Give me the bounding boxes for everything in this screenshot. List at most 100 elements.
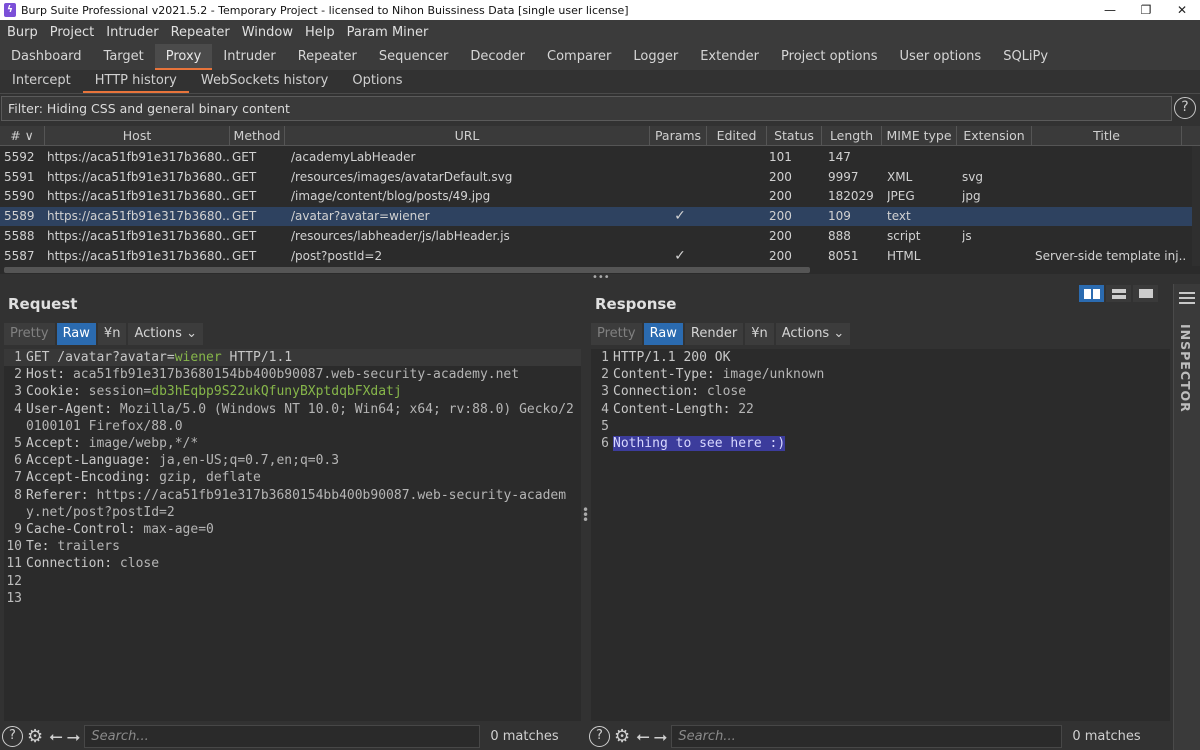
response-newline-button[interactable]: ¥n xyxy=(745,323,774,345)
subtab-http-history[interactable]: HTTP history xyxy=(82,70,189,93)
response-actions-button[interactable]: Actions ⌄ xyxy=(775,323,851,345)
minimize-button[interactable]: — xyxy=(1092,3,1128,17)
help-icon[interactable]: ? xyxy=(589,726,610,747)
line-content: Host: aca51fb91e317b3680154bb400b90087.w… xyxy=(26,366,581,383)
scrollbar-thumb[interactable] xyxy=(4,267,810,273)
response-editor[interactable]: 1 HTTP/1.1 200 OK 2 Content-Type: image/unk… xyxy=(591,349,1170,721)
table-vertical-scrollbar[interactable] xyxy=(1192,146,1200,266)
column-header-url[interactable]: URL xyxy=(285,126,650,146)
response-render-button[interactable]: Render xyxy=(684,323,744,345)
single-pane-icon[interactable] xyxy=(1133,285,1158,302)
response-search-input[interactable]: Search... xyxy=(671,725,1063,748)
filter-bar[interactable]: Filter: Hiding CSS and general binary co… xyxy=(1,96,1172,121)
tab-repeater[interactable]: Repeater xyxy=(287,44,368,70)
code-line: 13 xyxy=(4,590,581,607)
help-icon[interactable]: ? xyxy=(1174,97,1196,119)
menu-repeater[interactable]: Repeater xyxy=(165,25,236,40)
split-horizontal-icon[interactable] xyxy=(1079,285,1104,302)
request-actions-button[interactable]: Actions ⌄ xyxy=(128,323,203,345)
tab-intruder[interactable]: Intruder xyxy=(212,44,286,70)
tab-sequencer[interactable]: Sequencer xyxy=(368,44,459,70)
menu-help[interactable]: Help xyxy=(299,25,341,40)
cell-params xyxy=(655,148,705,167)
splitter-grip-icon[interactable]: ••• xyxy=(592,272,610,283)
cell-mime: HTML xyxy=(887,248,921,263)
forward-arrow-icon[interactable]: ⭢ xyxy=(654,727,668,747)
request-pretty-button[interactable]: Pretty xyxy=(4,323,55,345)
cell-title xyxy=(1035,168,1185,187)
cell-length: 8051 xyxy=(828,248,859,263)
line-number: 8 xyxy=(14,487,22,503)
column-header-params[interactable]: Params xyxy=(650,126,707,146)
table-row[interactable]: 5588 https://aca51fb91e317b3680... GET/res… xyxy=(0,227,1192,246)
request-search-input[interactable]: Search... xyxy=(84,725,481,748)
forward-arrow-icon[interactable]: ⭢ xyxy=(67,727,81,747)
tab-decoder[interactable]: Decoder xyxy=(459,44,536,70)
request-raw-button[interactable]: Raw xyxy=(56,323,96,345)
subtab-intercept[interactable]: Intercept xyxy=(0,70,83,93)
cell-url: /post?postId=2 xyxy=(291,248,383,263)
column-header-edited[interactable]: Edited xyxy=(707,126,767,146)
cell-id: 5588 xyxy=(4,228,35,243)
inspector-panel[interactable]: INSPECTOR xyxy=(1173,284,1200,750)
help-icon[interactable]: ? xyxy=(2,726,23,747)
back-arrow-icon[interactable]: ⭠ xyxy=(49,727,63,747)
column-header-extension[interactable]: Extension xyxy=(957,126,1032,146)
subtab-options[interactable]: Options xyxy=(340,70,414,93)
tab-comparer[interactable]: Comparer xyxy=(536,44,622,70)
column-header-[interactable]: # ∨ xyxy=(0,126,45,146)
back-arrow-icon[interactable]: ⭠ xyxy=(636,727,650,747)
cell-title xyxy=(1035,227,1185,246)
tab-extender[interactable]: Extender xyxy=(689,44,770,70)
column-header-status[interactable]: Status xyxy=(767,126,822,146)
tab-target[interactable]: Target xyxy=(93,44,155,70)
response-pretty-button[interactable]: Pretty xyxy=(591,323,642,345)
line-content: GET /avatar?avatar=wiener HTTP/1.1 xyxy=(26,349,581,366)
menu-intruder[interactable]: Intruder xyxy=(100,25,164,40)
tab-proxy[interactable]: Proxy xyxy=(154,44,213,70)
request-editor[interactable]: 1 GET /avatar?avatar=wiener HTTP/1.1 2 Host… xyxy=(4,349,581,721)
highlighted-value: db3hEqbp9S22ukQfunyBXptdqbFXdatj xyxy=(151,384,402,400)
menu-icon[interactable] xyxy=(1179,292,1195,304)
vertical-splitter-grip-icon[interactable]: • • • xyxy=(582,504,589,526)
maximize-button[interactable]: ❐ xyxy=(1128,3,1164,17)
actions-label: Actions xyxy=(134,326,182,341)
code-text: Connection: xyxy=(613,384,707,400)
subtab-websockets-history[interactable]: WebSockets history xyxy=(189,70,340,93)
line-number: 12 xyxy=(6,573,22,589)
tab-dashboard[interactable]: Dashboard xyxy=(0,44,93,70)
column-header-mime-type[interactable]: MIME type xyxy=(882,126,957,146)
gear-icon[interactable]: ⚙ xyxy=(614,726,630,747)
menu-burp[interactable]: Burp xyxy=(1,25,44,40)
column-header-host[interactable]: Host xyxy=(45,126,230,146)
gear-icon[interactable]: ⚙ xyxy=(27,726,43,747)
cell-params xyxy=(655,227,705,246)
tab-user-options[interactable]: User options xyxy=(889,44,993,70)
column-header-title[interactable]: Title xyxy=(1032,126,1182,146)
tab-project-options[interactable]: Project options xyxy=(770,44,889,70)
request-newline-button[interactable]: ¥n xyxy=(97,323,127,345)
code-text: Content-Type: xyxy=(613,367,723,383)
column-header-method[interactable]: Method xyxy=(230,126,285,146)
column-header-length[interactable]: Length xyxy=(822,126,882,146)
tab-sqlipy[interactable]: SQLiPy xyxy=(992,44,1059,70)
response-raw-button[interactable]: Raw xyxy=(643,323,683,345)
menu-project[interactable]: Project xyxy=(44,25,100,40)
table-row[interactable]: 5590 https://aca51fb91e317b3680... GET/ima… xyxy=(0,187,1192,206)
line-content: Te: trailers xyxy=(26,538,581,555)
menu-param-miner[interactable]: Param Miner xyxy=(341,25,435,40)
tab-logger[interactable]: Logger xyxy=(622,44,689,70)
cell-method: GET xyxy=(232,150,257,164)
table-row[interactable]: 5591 https://aca51fb91e317b3680... GET/res… xyxy=(0,168,1192,187)
window-title: Burp Suite Professional v2021.5.2 - Temp… xyxy=(21,3,629,17)
table-row[interactable]: 5587 https://aca51fb91e317b3680... GET/pos… xyxy=(0,247,1192,266)
line-number: 2 xyxy=(601,367,609,383)
table-row[interactable]: 5592 https://aca51fb91e317b3680... GET/aca… xyxy=(0,148,1192,167)
close-button[interactable]: ✕ xyxy=(1164,3,1200,17)
cell-host: https://aca51fb91e317b3680... xyxy=(47,248,229,263)
split-vertical-icon[interactable] xyxy=(1106,285,1131,302)
table-row[interactable]: 5589 https://aca51fb91e317b3680... GET/ava… xyxy=(0,207,1192,227)
menu-window[interactable]: Window xyxy=(236,25,299,40)
code-line: 4 User-Agent: Mozilla/5.0 (Windows NT 10.… xyxy=(4,401,581,435)
cell-url: /resources/labheader/js/labHeader.js xyxy=(291,228,510,243)
